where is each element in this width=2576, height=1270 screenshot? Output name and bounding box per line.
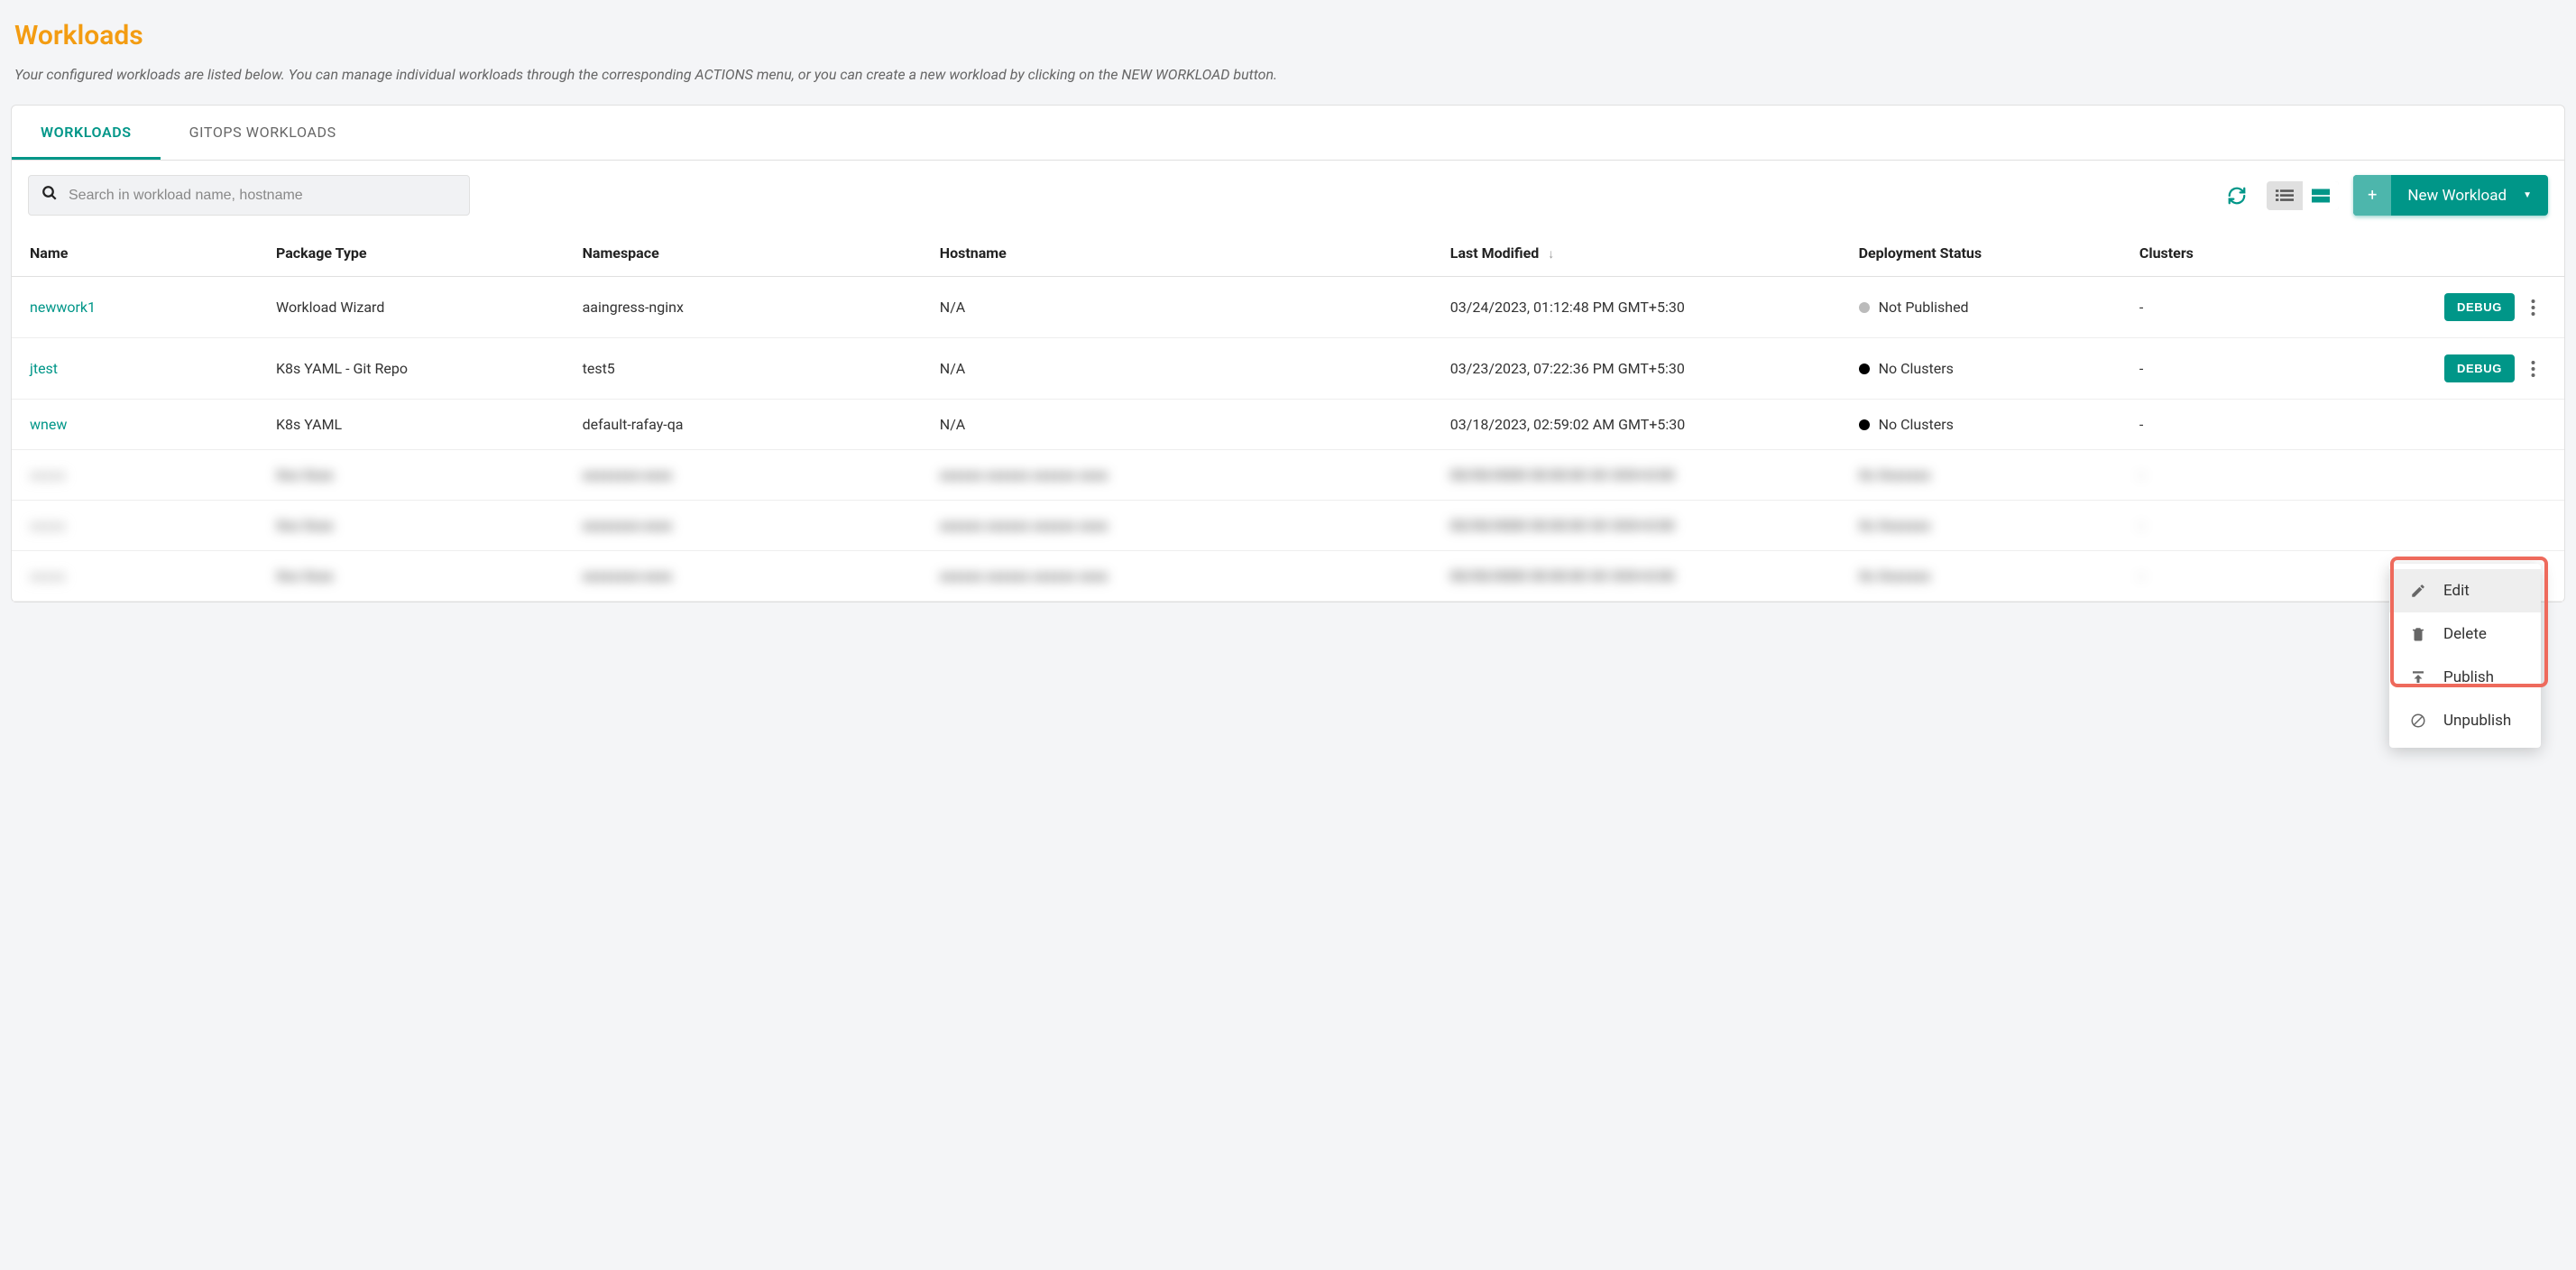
pencil-icon [2409, 583, 2427, 599]
plus-icon: + [2353, 175, 2391, 216]
cell-actions: DEBUG [2293, 293, 2555, 321]
tabs-row: WORKLOADS GITOPS WORKLOADS [12, 106, 2564, 161]
page-title: Workloads [14, 20, 2565, 51]
search-icon [41, 185, 58, 206]
workload-name-link[interactable]: newwork1 [30, 299, 96, 316]
new-workload-label: New Workload [2407, 187, 2507, 205]
col-deployment-status[interactable]: Deployment Status [1850, 230, 2130, 277]
menu-item-edit[interactable]: Edit [2389, 569, 2541, 612]
cell-status: No Clusters [1859, 416, 2121, 433]
menu-item-delete[interactable]: Delete [2389, 612, 2541, 656]
table-row: jtest K8s YAML - Git Repotest5N/A03/23/20… [12, 338, 2564, 400]
page-description: Your configured workloads are listed bel… [14, 66, 2565, 83]
cell-status: Not Published [1859, 299, 2121, 316]
menu-item-label: Publish [2443, 668, 2494, 686]
cell-actions: DEBUG [2293, 354, 2555, 382]
new-workload-button[interactable]: + New Workload ▼ [2353, 175, 2548, 216]
toolbar: + New Workload ▼ [12, 161, 2564, 230]
debug-button[interactable]: DEBUG [2444, 293, 2515, 321]
cell-hostname: N/A [931, 277, 1441, 338]
col-last-modified[interactable]: Last Modified ↓ [1441, 230, 1850, 277]
cell-hostname: N/A [931, 400, 1441, 450]
col-hostname[interactable]: Hostname [931, 230, 1441, 277]
row-actions-menu-icon[interactable] [2531, 361, 2535, 377]
col-clusters[interactable]: Clusters [2130, 230, 2284, 277]
workloads-card: WORKLOADS GITOPS WORKLOADS + New Workloa… [11, 105, 2565, 603]
cell-clusters: - [2130, 277, 2284, 338]
tab-gitops-workloads[interactable]: GITOPS WORKLOADS [161, 106, 365, 160]
cell-namespace: test5 [574, 338, 931, 400]
chevron-down-icon: ▼ [2523, 190, 2532, 200]
workloads-table: Name Package Type Namespace Hostname Las… [12, 230, 2564, 602]
menu-item-label: Delete [2443, 625, 2487, 643]
status-dot-icon [1859, 302, 1870, 313]
search-wrap[interactable] [28, 175, 470, 216]
menu-item-unpublish[interactable]: Unpublish [2389, 699, 2541, 742]
cell-status: No Clusters [1859, 360, 2121, 377]
cell-last-modified: 03/24/2023, 01:12:48 PM GMT+5:30 [1441, 277, 1850, 338]
refresh-button[interactable] [2222, 180, 2252, 211]
col-name[interactable]: Name [12, 230, 267, 277]
cell-package-type: K8s YAML - Git Repo [267, 338, 574, 400]
cell-clusters: - [2130, 400, 2284, 450]
workload-name-link[interactable]: jtest [30, 360, 58, 377]
cell-last-modified: 03/18/2023, 02:59:02 AM GMT+5:30 [1441, 400, 1850, 450]
cell-namespace: aaingress-nginx [574, 277, 931, 338]
menu-item-label: Edit [2443, 582, 2470, 600]
table-row: newwork1 Workload Wizardaaingress-nginxN/… [12, 277, 2564, 338]
workload-name-link[interactable]: wnew [30, 416, 67, 433]
status-dot-icon [1859, 364, 1870, 374]
actions-menu: Edit Delete Publish Unpublish [2389, 564, 2541, 748]
table-row-blurred: xxxxxXxx Xxxxxxxxxxxx-xxxxxxxxxx xxxxxx … [12, 501, 2564, 551]
cell-hostname: N/A [931, 338, 1441, 400]
publish-icon [2409, 669, 2427, 686]
table-row-blurred: xxxxxXxx Xxxxxxxxxxxx-xxxxxxxxxx xxxxxx … [12, 551, 2564, 602]
cell-last-modified: 03/23/2023, 07:22:36 PM GMT+5:30 [1441, 338, 1850, 400]
menu-item-publish[interactable]: Publish [2389, 656, 2541, 699]
cell-clusters: - [2130, 338, 2284, 400]
debug-button[interactable]: DEBUG [2444, 354, 2515, 382]
unpublish-icon [2409, 713, 2427, 729]
col-namespace[interactable]: Namespace [574, 230, 931, 277]
cell-package-type: Workload Wizard [267, 277, 574, 338]
table-row-blurred: xxxxxXxx Xxxxxxxxxxxx-xxxxxxxxxx xxxxxx … [12, 450, 2564, 501]
row-actions-menu-icon[interactable] [2531, 299, 2535, 316]
list-view-button[interactable] [2267, 181, 2303, 210]
status-dot-icon [1859, 419, 1870, 430]
cell-namespace: default-rafay-qa [574, 400, 931, 450]
card-view-button[interactable] [2303, 181, 2339, 210]
col-package-type[interactable]: Package Type [267, 230, 574, 277]
search-input[interactable] [69, 188, 456, 204]
view-toggle [2267, 181, 2339, 210]
tab-workloads[interactable]: WORKLOADS [12, 106, 161, 160]
cell-package-type: K8s YAML [267, 400, 574, 450]
sort-desc-icon: ↓ [1548, 247, 1554, 262]
menu-item-label: Unpublish [2443, 712, 2511, 730]
table-row: wnew K8s YAMLdefault-rafay-qaN/A03/18/202… [12, 400, 2564, 450]
trash-icon [2409, 626, 2427, 642]
